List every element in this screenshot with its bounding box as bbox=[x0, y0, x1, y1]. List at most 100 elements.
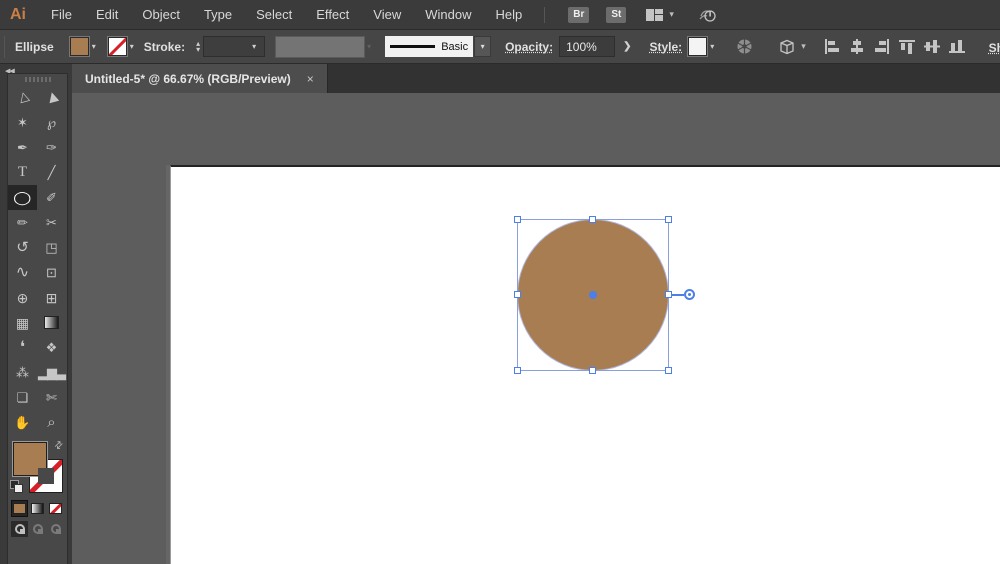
tool-artboard[interactable]: ❏ bbox=[8, 385, 37, 410]
tool-blend[interactable]: ❖ bbox=[37, 335, 66, 360]
stepper-down-icon[interactable]: ▾ bbox=[196, 47, 200, 53]
control-bar: Ellipse ▾ ▾ Stroke: ▴ ▾ ▾ ▾ Basic ▾ Opac… bbox=[0, 29, 1000, 64]
pencil-tool-icon: ✏ bbox=[17, 216, 28, 229]
menu-file[interactable]: File bbox=[39, 7, 84, 22]
tool-zoom[interactable]: ⌕ bbox=[37, 410, 66, 435]
tool-magic-wand[interactable]: ✶ bbox=[8, 110, 37, 135]
tool-pencil[interactable]: ✏ bbox=[8, 210, 37, 235]
symbol-sprayer-tool-icon: ⁂ bbox=[16, 366, 29, 379]
live-shape-handle[interactable] bbox=[684, 289, 695, 300]
fill-color-swatch[interactable] bbox=[70, 37, 89, 56]
tool-eyedropper[interactable]: ❛ bbox=[8, 335, 37, 360]
menu-bar: Ai File Edit Object Type Select Effect V… bbox=[0, 0, 1000, 29]
draw-inside-button[interactable] bbox=[47, 521, 64, 537]
workspace-chevron-icon[interactable]: ▾ bbox=[669, 9, 674, 20]
tool-mesh[interactable]: ▦ bbox=[8, 310, 37, 335]
panel-grip[interactable] bbox=[8, 74, 67, 85]
selection-handle[interactable] bbox=[589, 216, 596, 223]
gpu-performance-icon[interactable] bbox=[698, 7, 718, 23]
tool-shape-builder[interactable]: ⊕ bbox=[8, 285, 37, 310]
selection-handle[interactable] bbox=[514, 367, 521, 374]
tool-slice[interactable]: ✄ bbox=[37, 385, 66, 410]
bridge-button[interactable]: Br bbox=[568, 7, 589, 23]
draw-behind-button[interactable] bbox=[29, 521, 46, 537]
tool-pen[interactable]: ✒ bbox=[8, 135, 37, 160]
tool-ellipse[interactable]: ◯ bbox=[8, 185, 37, 210]
align-center-icon[interactable] bbox=[849, 39, 865, 54]
tool-scissors[interactable]: ✂ bbox=[37, 210, 66, 235]
menu-type[interactable]: Type bbox=[192, 7, 244, 22]
profile-chevron-icon: ▾ bbox=[367, 42, 371, 51]
stroke-width-stepper[interactable]: ▴ ▾ bbox=[196, 41, 200, 53]
align-left-icon[interactable] bbox=[824, 39, 840, 54]
valign-middle-icon[interactable] bbox=[924, 39, 940, 54]
recolor-artwork-icon[interactable] bbox=[736, 38, 753, 55]
fill-chevron-icon[interactable]: ▾ bbox=[92, 42, 96, 51]
gradient-button[interactable] bbox=[29, 500, 46, 517]
brush-chevron-button[interactable]: ▾ bbox=[474, 36, 491, 57]
center-point[interactable] bbox=[589, 291, 597, 299]
tool-column-graph[interactable]: ▂▆▃ bbox=[37, 360, 66, 385]
valign-top-icon[interactable] bbox=[899, 39, 915, 54]
tool-direct-selection[interactable]: ▶ bbox=[37, 85, 66, 110]
direct-selection-tool-icon: ▶ bbox=[44, 91, 59, 104]
menu-help[interactable]: Help bbox=[483, 7, 534, 22]
stock-button[interactable]: St bbox=[606, 7, 626, 23]
tool-symbol-sprayer[interactable]: ⁂ bbox=[8, 360, 37, 385]
default-fill-stroke-icon[interactable] bbox=[10, 480, 23, 493]
style-chevron-icon[interactable]: ▾ bbox=[710, 42, 714, 51]
opacity-field[interactable]: 100% bbox=[559, 36, 615, 57]
isolate-chevron-icon[interactable]: ▾ bbox=[801, 41, 806, 52]
menu-object[interactable]: Object bbox=[130, 7, 192, 22]
shape-link-truncated[interactable]: Sh bbox=[989, 41, 1000, 55]
tool-type[interactable]: T bbox=[8, 160, 37, 185]
stroke-color-swatch[interactable] bbox=[108, 37, 127, 56]
brush-definition-dropdown[interactable]: Basic bbox=[385, 36, 473, 57]
align-right-icon[interactable] bbox=[874, 39, 890, 54]
draw-normal-button[interactable] bbox=[11, 521, 28, 537]
tab-close-icon[interactable]: × bbox=[307, 72, 314, 86]
tool-gradient[interactable] bbox=[37, 310, 66, 335]
tool-line-segment[interactable]: ╱ bbox=[37, 160, 66, 185]
valign-bottom-icon[interactable] bbox=[949, 39, 965, 54]
align-buttons bbox=[824, 39, 965, 54]
menu-select[interactable]: Select bbox=[244, 7, 304, 22]
canvas[interactable] bbox=[72, 93, 1000, 564]
magic-wand-tool-icon: ✶ bbox=[17, 116, 28, 129]
tool-lasso[interactable]: ℘ bbox=[37, 110, 66, 135]
type-tool-icon: T bbox=[18, 165, 27, 180]
tool-curvature[interactable]: ✑ bbox=[37, 135, 66, 160]
free-transform-tool-icon: ⊡ bbox=[46, 266, 57, 279]
tool-perspective-grid[interactable]: ⊞ bbox=[37, 285, 66, 310]
isolate-object-icon[interactable] bbox=[779, 39, 795, 55]
selection-handle[interactable] bbox=[589, 367, 596, 374]
stroke-chevron-icon[interactable]: ▾ bbox=[130, 42, 134, 51]
document-tab[interactable]: Untitled-5* @ 66.67% (RGB/Preview) × bbox=[72, 64, 328, 93]
style-swatch[interactable] bbox=[688, 37, 707, 56]
none-button[interactable] bbox=[47, 500, 64, 517]
stroke-width-dropdown[interactable]: ▾ bbox=[203, 36, 265, 57]
tool-selection[interactable]: ▷ bbox=[8, 85, 37, 110]
tool-free-transform[interactable]: ⊡ bbox=[37, 260, 66, 285]
selection-handle[interactable] bbox=[514, 216, 521, 223]
color-button[interactable] bbox=[11, 500, 28, 517]
opacity-link[interactable]: Opacity: bbox=[505, 40, 553, 54]
selection-handle[interactable] bbox=[665, 216, 672, 223]
style-link[interactable]: Style: bbox=[650, 40, 683, 54]
tool-scale[interactable]: ◳ bbox=[37, 235, 66, 260]
menu-effect[interactable]: Effect bbox=[304, 7, 361, 22]
tool-width[interactable]: ∿ bbox=[8, 260, 37, 285]
workspace-switcher-icon[interactable] bbox=[646, 9, 663, 21]
menu-view[interactable]: View bbox=[361, 7, 413, 22]
tool-rotate[interactable]: ↺ bbox=[8, 235, 37, 260]
selection-handle[interactable] bbox=[665, 367, 672, 374]
menu-edit[interactable]: Edit bbox=[84, 7, 130, 22]
menu-window[interactable]: Window bbox=[413, 7, 483, 22]
swap-fill-stroke-icon[interactable]: ⇄ bbox=[52, 439, 66, 453]
context-label: Ellipse bbox=[15, 40, 54, 54]
selection-handle[interactable] bbox=[514, 291, 521, 298]
tool-hand[interactable]: ✋ bbox=[8, 410, 37, 435]
opacity-more-button[interactable]: ❯ bbox=[615, 41, 639, 52]
tool-paintbrush[interactable]: ✐ bbox=[37, 185, 66, 210]
selection-bounding-box bbox=[518, 220, 668, 370]
